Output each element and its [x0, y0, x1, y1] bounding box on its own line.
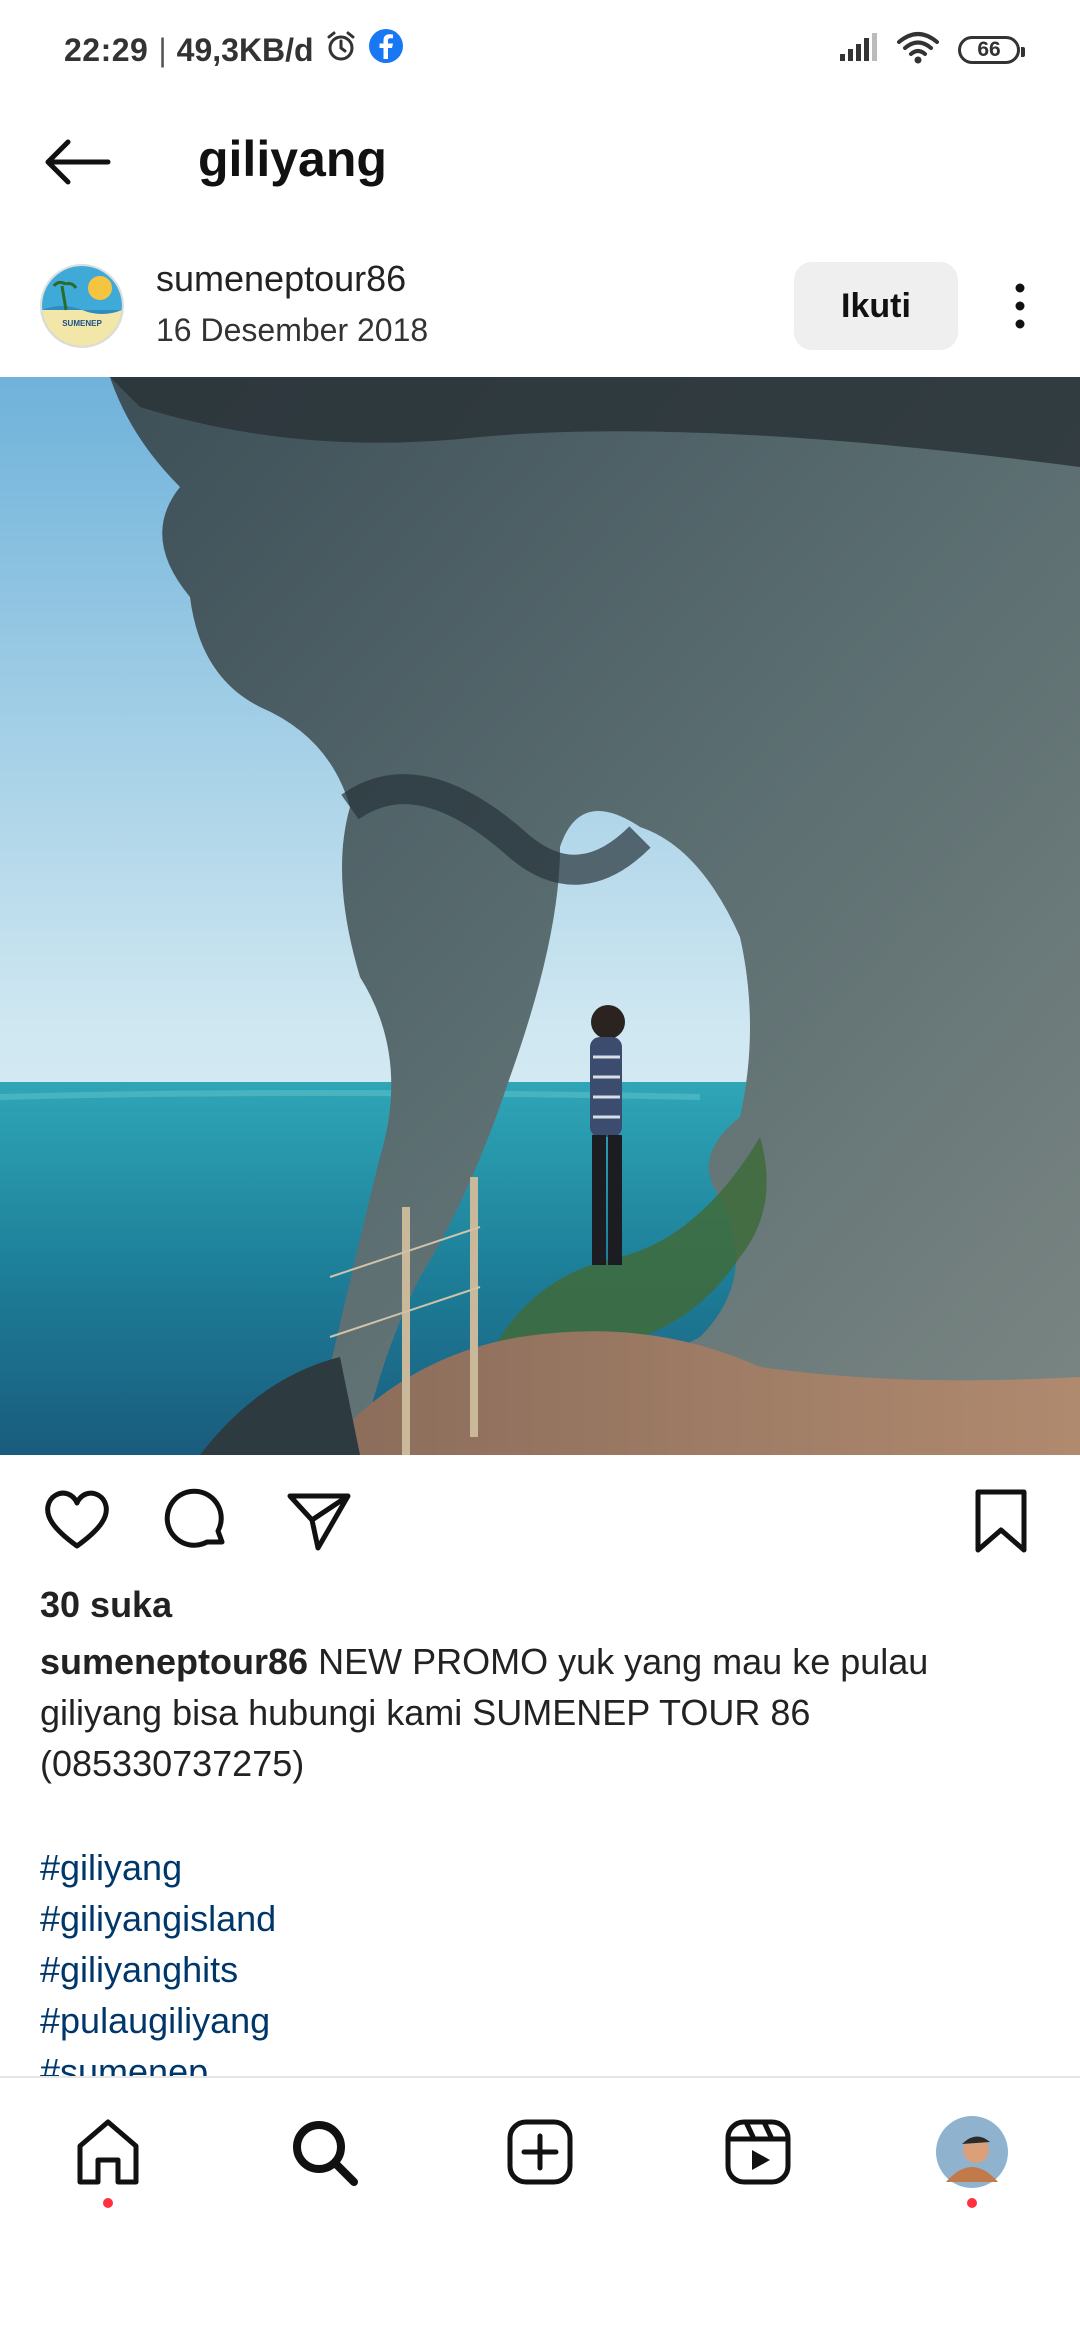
post-date: 16 Desember 2018 [156, 312, 429, 348]
profile-avatar [936, 2116, 1008, 2188]
heart-icon [45, 1490, 109, 1549]
post-username[interactable]: sumeneptour86 [156, 258, 406, 300]
nav-reels[interactable] [718, 2112, 798, 2192]
nav-search[interactable] [284, 2112, 364, 2192]
post-caption: sumeneptour86 NEW PROMO yuk yang mau ke … [40, 1636, 1040, 1789]
top-header: giliyang [0, 110, 1080, 210]
post-photo[interactable] [0, 377, 1080, 1455]
wifi-icon [896, 30, 940, 69]
nav-profile[interactable] [932, 2112, 1012, 2208]
facebook-icon [368, 28, 404, 72]
avatar-logo-text: SUMENEP [62, 319, 102, 328]
bottom-navigation [0, 2076, 1080, 2342]
like-button[interactable] [42, 1486, 112, 1556]
battery-indicator: 66 [958, 35, 1025, 64]
save-button[interactable] [966, 1486, 1036, 1556]
signal-icon [838, 32, 878, 67]
hashtag-list: #giliyang #giliyangisland #giliyanghits … [40, 1842, 276, 2097]
reels-icon [725, 2119, 791, 2185]
page-title: giliyang [198, 131, 387, 187]
share-button[interactable] [284, 1486, 354, 1556]
arrow-left-icon [45, 139, 111, 185]
hashtag-link[interactable]: #giliyang [40, 1842, 276, 1893]
add-post-icon [507, 2119, 573, 2185]
more-options-button[interactable] [1000, 280, 1040, 332]
post-actions [0, 1480, 1080, 1560]
caption-username[interactable]: sumeneptour86 [40, 1641, 308, 1682]
search-icon [293, 2121, 358, 2186]
home-notification-dot [103, 2198, 113, 2208]
status-separator: | [158, 31, 167, 68]
hashtag-link[interactable]: #giliyanghits [40, 1944, 276, 1995]
back-button[interactable] [38, 132, 118, 192]
hashtag-link[interactable]: #giliyangisland [40, 1893, 276, 1944]
network-speed: 49,3KB/d [176, 31, 314, 68]
user-avatar[interactable]: SUMENEP [40, 264, 124, 348]
status-bar: 22:29 | 49,3KB/d 66 [0, 0, 1080, 100]
home-icon [77, 2119, 139, 2185]
hashtag-link[interactable]: #pulaugiliyang [40, 1995, 276, 2046]
likes-count[interactable]: 30 suka [40, 1584, 172, 1626]
profile-notification-dot [967, 2198, 977, 2208]
status-time: 22:29 [64, 31, 149, 68]
alarm-icon [324, 29, 358, 71]
comment-icon [164, 1488, 225, 1548]
nav-create[interactable] [500, 2112, 580, 2192]
send-icon [287, 1493, 351, 1551]
nav-home[interactable] [68, 2112, 148, 2208]
post-header: SUMENEP sumeneptour86 16 Desember 2018 I… [0, 250, 1080, 370]
comment-button[interactable] [162, 1486, 232, 1556]
follow-button[interactable]: Ikuti [794, 262, 958, 350]
more-vertical-icon [1015, 283, 1025, 329]
bookmark-icon [975, 1489, 1027, 1553]
